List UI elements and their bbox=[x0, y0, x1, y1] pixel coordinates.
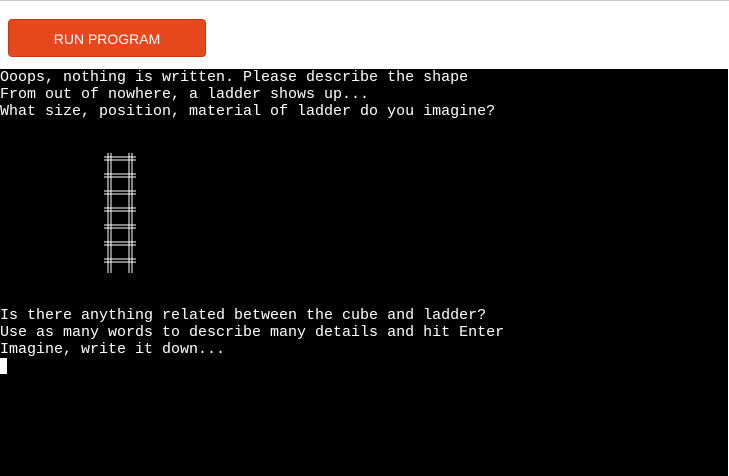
text-cursor bbox=[0, 358, 7, 374]
terminal-line: What size, position, material of ladder … bbox=[0, 103, 496, 120]
run-program-button[interactable]: RUN PROGRAM bbox=[8, 19, 206, 57]
terminal-output[interactable]: Ooops, nothing is written. Please descri… bbox=[0, 69, 728, 476]
page: RUN PROGRAM Ooops, nothing is written. P… bbox=[0, 0, 729, 476]
terminal-line: Use as many words to describe many detai… bbox=[0, 324, 505, 341]
terminal-line: From out of nowhere, a ladder shows up..… bbox=[0, 86, 370, 103]
terminal-line: Is there anything related between the cu… bbox=[0, 307, 487, 324]
top-divider bbox=[0, 0, 729, 1]
terminal-line: Ooops, nothing is written. Please descri… bbox=[0, 69, 469, 86]
ladder-ascii-art bbox=[104, 153, 136, 273]
terminal-line: Imagine, write it down... bbox=[0, 341, 226, 358]
